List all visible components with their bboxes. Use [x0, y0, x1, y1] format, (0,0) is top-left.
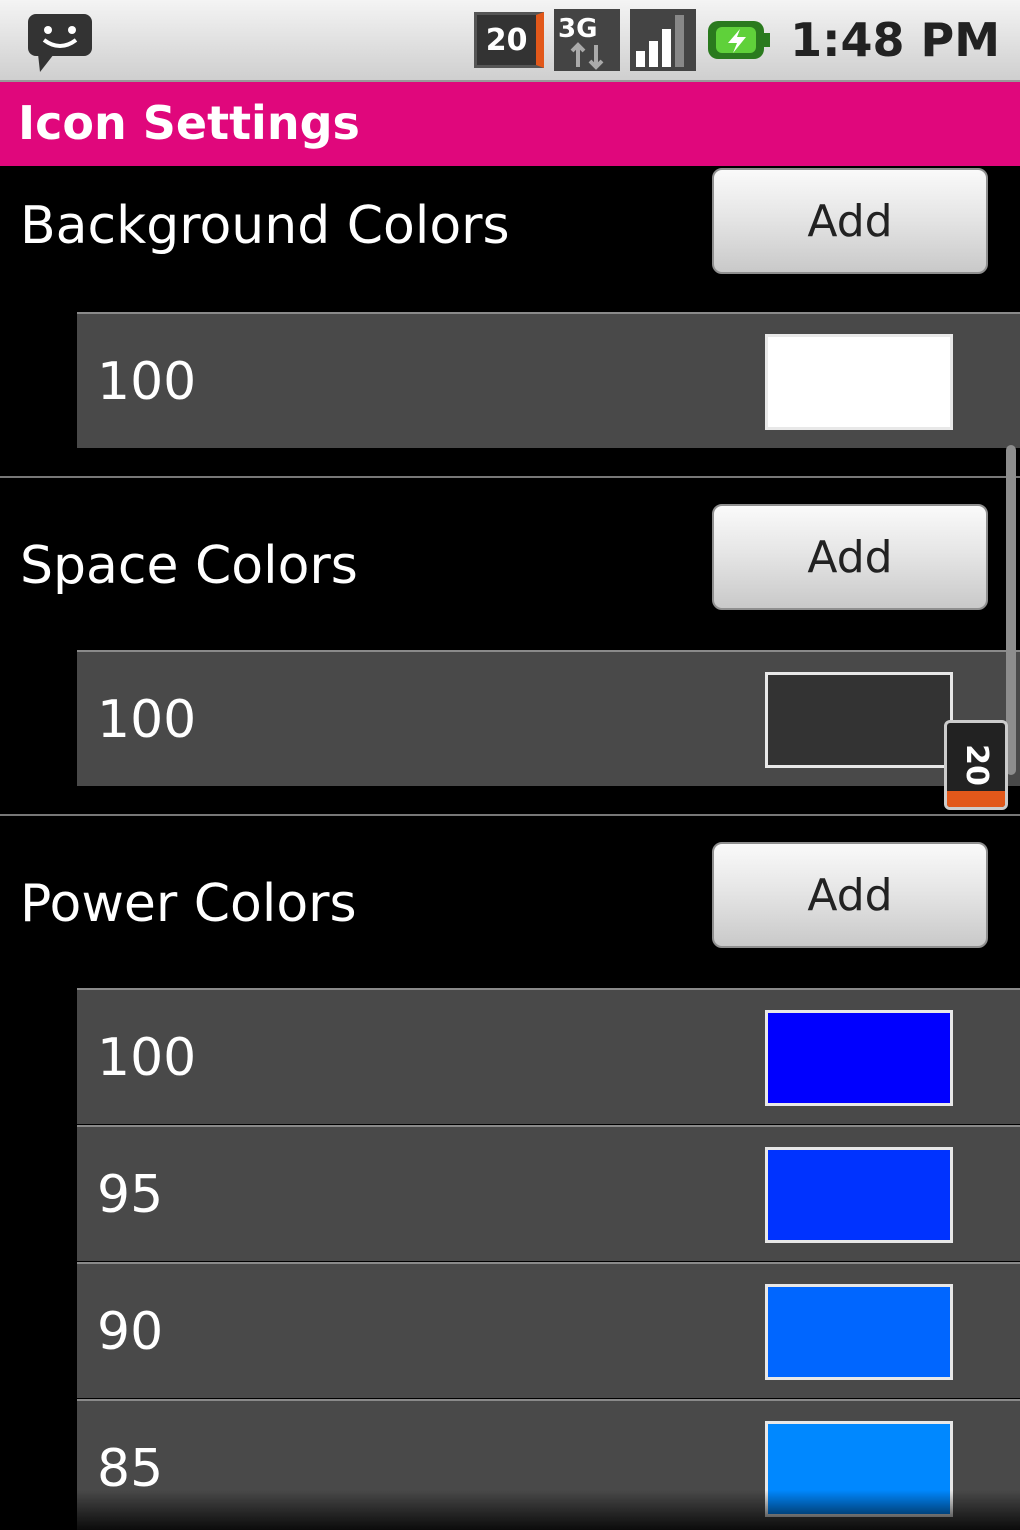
list-item[interactable]: 95 — [77, 1125, 1020, 1261]
section-title: Space Colors — [20, 536, 358, 596]
battery-charging-icon — [706, 17, 772, 63]
color-threshold-value: 95 — [97, 1165, 164, 1225]
list-item[interactable]: 100 — [77, 988, 1020, 1124]
section-title: Background Colors — [20, 196, 510, 256]
section-space-colors: Space Colors Add — [0, 478, 1020, 618]
add-power-color-button[interactable]: Add — [712, 842, 988, 948]
svg-text:3G: 3G — [558, 14, 597, 44]
list-item[interactable]: 100 — [77, 312, 1020, 448]
list-item[interactable]: 90 — [77, 1262, 1020, 1398]
battery-fill — [947, 791, 1005, 807]
color-threshold-value: 90 — [97, 1302, 164, 1362]
bottom-fade — [0, 1490, 1020, 1530]
color-threshold-value: 100 — [97, 352, 197, 412]
network-3g-icon: 3G — [554, 9, 621, 71]
title-bar: Icon Settings — [0, 82, 1020, 166]
color-threshold-value: 100 — [97, 1028, 197, 1088]
chat-smiley-icon[interactable] — [26, 12, 96, 72]
color-swatch[interactable] — [765, 334, 953, 430]
battery-widget-icon: 20 — [944, 720, 1008, 810]
list-item[interactable]: 100 — [77, 650, 1020, 786]
section-background-colors: Background Colors Add — [0, 166, 1020, 306]
color-threshold-value: 100 — [97, 690, 197, 750]
add-background-color-button[interactable]: Add — [712, 168, 988, 274]
status-clock: 1:48 PM — [790, 13, 1000, 67]
color-swatch[interactable] — [765, 672, 953, 768]
section-title: Power Colors — [20, 874, 357, 934]
color-swatch[interactable] — [765, 1010, 953, 1106]
color-swatch[interactable] — [765, 1284, 953, 1380]
battery-percent-icon: 20 — [474, 12, 545, 68]
add-space-color-button[interactable]: Add — [712, 504, 988, 610]
status-bar: 20 3G 1:48 PM — [0, 0, 1020, 82]
page-title: Icon Settings — [18, 96, 360, 150]
section-power-colors: Power Colors Add — [0, 816, 1020, 956]
signal-bars-icon — [630, 9, 697, 71]
battery-widget-value: 20 — [959, 744, 995, 786]
color-swatch[interactable] — [765, 1147, 953, 1243]
